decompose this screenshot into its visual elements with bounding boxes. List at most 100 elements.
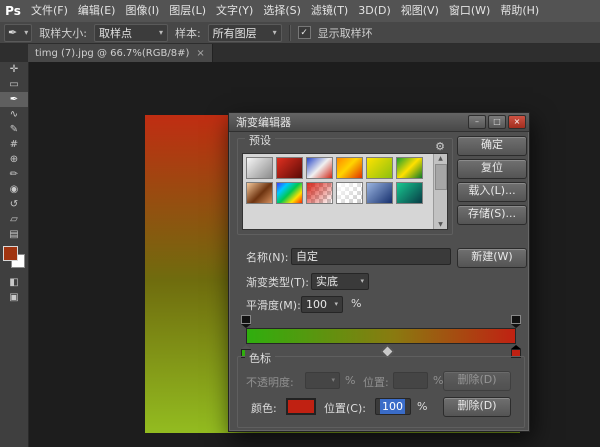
foreground-color[interactable] <box>3 246 18 261</box>
delete-color-button[interactable]: 删除(D) <box>443 397 511 417</box>
scroll-down-icon[interactable]: ▼ <box>434 221 447 228</box>
menu-item[interactable]: 编辑(E) <box>73 0 121 22</box>
new-button[interactable]: 新建(W) <box>457 248 527 268</box>
color-position-input[interactable]: 100 <box>375 398 411 415</box>
sample-dropdown[interactable]: 所有图层 ▾ <box>208 24 282 42</box>
menu-item[interactable]: 视图(V) <box>396 0 444 22</box>
show-ring-checkbox[interactable]: ✓ <box>298 26 311 39</box>
gradient-preview-bar[interactable] <box>246 328 516 344</box>
brush-tool[interactable]: ✏ <box>0 167 28 182</box>
opacity-position-input <box>393 372 428 389</box>
move-tool[interactable]: ✛ <box>0 62 28 77</box>
opacity-input: ▾ <box>305 372 340 389</box>
quick-selection-tool[interactable]: ✎ <box>0 122 28 137</box>
gradient-type-value: 实底 <box>316 274 338 289</box>
healing-brush-tool[interactable]: ⊕ <box>0 152 28 167</box>
load-button[interactable]: 载入(L)... <box>457 182 527 202</box>
menu-item[interactable]: 选择(S) <box>258 0 306 22</box>
menu-item[interactable]: 图层(L) <box>164 0 211 22</box>
menu-item[interactable]: 滤镜(T) <box>306 0 353 22</box>
preset-yellow-green[interactable] <box>366 157 393 179</box>
color-swatch-button[interactable] <box>286 398 316 415</box>
preset-blue-white-red[interactable] <box>306 157 333 179</box>
document-tab[interactable]: timg (7).jpg @ 66.7%(RGB/8#) × <box>28 44 213 62</box>
sample-size-label: 取样大小: <box>39 25 87 41</box>
preset-scrollbar[interactable]: ▲ ▼ <box>433 154 447 229</box>
tool-preset-chip[interactable]: ✒ ▾ <box>4 24 32 42</box>
dialog-titlebar[interactable]: 渐变编辑器 – □ × <box>229 113 529 132</box>
close-button[interactable]: × <box>508 115 526 129</box>
preset-orange-yellow-red[interactable] <box>336 157 363 179</box>
menu-item[interactable]: 文件(F) <box>26 0 73 22</box>
opacity-stop-left[interactable] <box>241 315 251 328</box>
marquee-tool[interactable]: ▭ <box>0 77 28 92</box>
app-logo: Ps <box>0 4 26 18</box>
clone-stamp-tool[interactable]: ◉ <box>0 182 28 197</box>
gradient-tool[interactable]: ▤ <box>0 227 28 242</box>
sample-size-dropdown[interactable]: 取样点 ▾ <box>94 24 168 42</box>
preset-blue-dark-blue[interactable] <box>366 182 393 204</box>
opacity-label: 不透明度: <box>246 374 294 390</box>
tab-close-icon[interactable]: × <box>196 48 204 59</box>
stops-group: 色标 <box>237 356 525 428</box>
preset-red-to-transparent[interactable] <box>306 182 333 204</box>
presets-group: 预设 ⚙ ▲ ▼ <box>237 138 453 235</box>
smoothness-input[interactable]: 100 ▾ <box>301 296 343 313</box>
opacity-stop-right[interactable] <box>511 315 521 328</box>
preset-foreground-to-background[interactable] <box>246 157 273 179</box>
smoothness-value: 100 <box>306 297 327 312</box>
color-swatches[interactable] <box>2 245 26 269</box>
gear-icon[interactable]: ⚙ <box>435 140 445 153</box>
history-brush-tool[interactable]: ↺ <box>0 197 28 212</box>
chevron-down-icon: ▾ <box>159 28 163 37</box>
menu-item[interactable]: 窗口(W) <box>444 0 495 22</box>
smoothness-label: 平滑度(M): <box>246 297 301 313</box>
options-bar: ✒ ▾ 取样大小: 取样点 ▾ 样本: 所有图层 ▾ ✓ 显示取样环 <box>0 22 600 44</box>
eraser-tool[interactable]: ▱ <box>0 212 28 227</box>
sample-label: 样本: <box>175 25 201 41</box>
screen-mode-button[interactable]: ▣ <box>0 290 28 305</box>
opacity-stop-body <box>511 315 521 324</box>
save-button[interactable]: 存储(S)... <box>457 205 527 225</box>
maximize-button[interactable]: □ <box>488 115 506 129</box>
check-icon: ✓ <box>300 28 308 38</box>
crop-tool[interactable]: # <box>0 137 28 152</box>
preset-panel: ▲ ▼ <box>242 153 448 230</box>
gradient-type-label: 渐变类型(T): <box>246 274 309 290</box>
smoothness-percent: % <box>351 297 361 310</box>
menu-item[interactable]: 帮助(H) <box>495 0 544 22</box>
preset-copper[interactable] <box>246 182 273 204</box>
name-label: 名称(N): <box>246 249 289 265</box>
menu-items: 文件(F)编辑(E)图像(I)图层(L)文字(Y)选择(S)滤镜(T)3D(D)… <box>26 0 544 22</box>
preset-green-yellow-green[interactable] <box>396 157 423 179</box>
scroll-up-icon[interactable]: ▲ <box>434 155 447 162</box>
window-buttons: – □ × <box>468 115 526 129</box>
color-position-value: 100 <box>380 399 405 414</box>
reset-button[interactable]: 复位 <box>457 159 527 179</box>
scrollbar-thumb[interactable] <box>435 164 447 190</box>
gradient-editor-dialog: 渐变编辑器 – □ × 预设 ⚙ ▲ ▼ 确定 复位 载入(L)... <box>228 112 530 432</box>
separator <box>289 25 291 41</box>
menu-item[interactable]: 文字(Y) <box>211 0 258 22</box>
position-label: 位置: <box>363 374 389 390</box>
color-swatch <box>288 400 314 413</box>
tab-bar: timg (7).jpg @ 66.7%(RGB/8#) × <box>0 44 600 63</box>
chevron-down-icon: ▾ <box>24 28 28 37</box>
chevron-down-icon: ▾ <box>360 274 364 289</box>
quick-mask-button[interactable]: ◧ <box>0 275 28 290</box>
preset-white-to-transparent[interactable] <box>336 182 363 204</box>
eyedropper-tool[interactable]: ✒ <box>0 92 28 107</box>
lasso-tool[interactable]: ∿ <box>0 107 28 122</box>
preset-green-cyan-dark[interactable] <box>396 182 423 204</box>
preset-red-to-dark[interactable] <box>276 157 303 179</box>
ok-button[interactable]: 确定 <box>457 136 527 156</box>
menu-item[interactable]: 3D(D) <box>353 0 396 22</box>
gradient-type-dropdown[interactable]: 实底 ▾ <box>311 273 369 290</box>
delete-opacity-button: 删除(D) <box>443 371 511 391</box>
name-input[interactable]: 自定 <box>291 248 451 265</box>
preset-spectrum[interactable] <box>276 182 303 204</box>
stops-label: 色标 <box>245 350 275 366</box>
menu-item[interactable]: 图像(I) <box>120 0 164 22</box>
tab-title: timg (7).jpg @ 66.7%(RGB/8#) <box>35 48 189 59</box>
minimize-button[interactable]: – <box>468 115 486 129</box>
